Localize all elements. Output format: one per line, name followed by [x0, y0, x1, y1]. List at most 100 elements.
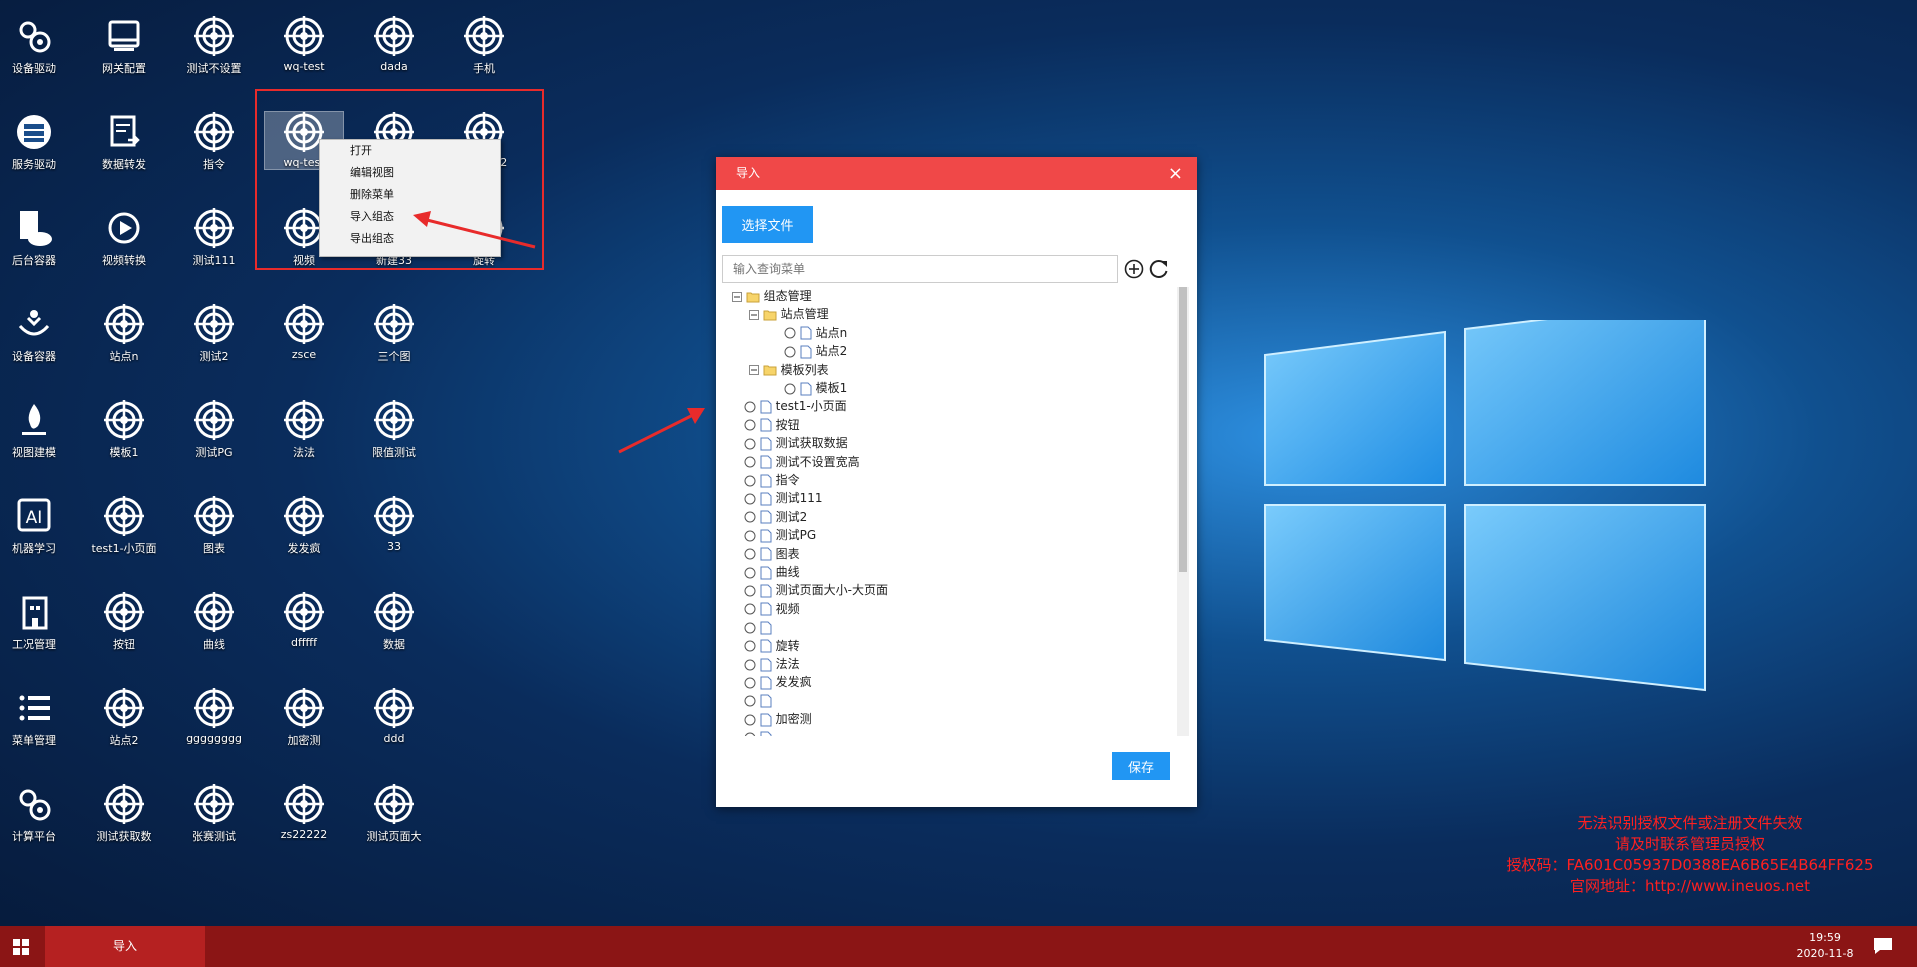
- desktop-icon[interactable]: zs22222: [265, 784, 343, 841]
- menu-item-open[interactable]: 打开: [320, 140, 500, 162]
- system-clock[interactable]: 19:59 2020-11-8: [1780, 930, 1870, 962]
- desktop-icon[interactable]: 手机: [445, 16, 523, 76]
- collapse-icon[interactable]: [749, 365, 759, 376]
- radio-icon[interactable]: [744, 530, 756, 542]
- tree-node[interactable]: 测试页面大小-大页面: [744, 581, 888, 599]
- desktop-icon[interactable]: 计算平台: [0, 784, 73, 844]
- tree-node[interactable]: 视频: [744, 600, 800, 618]
- desktop-icon[interactable]: 视图建模: [0, 400, 73, 460]
- radio-icon[interactable]: [744, 659, 756, 671]
- desktop-icon[interactable]: 数据: [355, 592, 433, 652]
- radio-icon[interactable]: [784, 383, 796, 395]
- radio-icon[interactable]: [744, 732, 756, 736]
- desktop-icon[interactable]: 站点n: [85, 304, 163, 364]
- collapse-icon[interactable]: [732, 291, 742, 302]
- desktop-icon[interactable]: 网关配置: [85, 16, 163, 76]
- desktop-icon[interactable]: dfffff: [265, 592, 343, 649]
- tree-node[interactable]: 测试获取数据: [744, 434, 848, 452]
- menu-item-edit-view[interactable]: 编辑视图: [320, 162, 500, 184]
- notification-icon[interactable]: [1872, 936, 1894, 956]
- radio-icon[interactable]: [744, 695, 756, 707]
- desktop-icon[interactable]: 指令: [175, 112, 253, 172]
- desktop-icon[interactable]: 测试页面大: [355, 784, 433, 844]
- tree-node[interactable]: [744, 729, 772, 736]
- desktop-icon[interactable]: 三个图: [355, 304, 433, 364]
- desktop-icon[interactable]: 发发疯: [265, 496, 343, 556]
- radio-icon[interactable]: [744, 475, 756, 487]
- desktop-icon[interactable]: 菜单管理: [0, 688, 73, 748]
- radio-icon[interactable]: [744, 622, 756, 634]
- tree-node[interactable]: 模板列表: [749, 361, 829, 379]
- radio-icon[interactable]: [744, 603, 756, 615]
- tree-node[interactable]: 模板1: [784, 379, 847, 397]
- desktop-icon[interactable]: 测试PG: [175, 400, 253, 460]
- desktop-icon[interactable]: 限值测试: [355, 400, 433, 460]
- radio-icon[interactable]: [744, 401, 756, 413]
- tree-node[interactable]: 旋转: [744, 637, 800, 655]
- save-button[interactable]: 保存: [1112, 752, 1170, 780]
- desktop-icon[interactable]: 后台容器: [0, 208, 73, 268]
- radio-icon[interactable]: [744, 640, 756, 652]
- desktop-icon[interactable]: 张赛测试: [175, 784, 253, 844]
- tree-node[interactable]: 曲线: [744, 563, 800, 581]
- menu-item-delete[interactable]: 删除菜单: [320, 184, 500, 206]
- tree-node[interactable]: 指令: [744, 471, 800, 489]
- desktop-icon[interactable]: 站点2: [85, 688, 163, 748]
- tree-node[interactable]: 组态管理: [732, 287, 812, 305]
- tree-node[interactable]: 法法: [744, 655, 800, 673]
- desktop-icon[interactable]: wq-test: [265, 16, 343, 73]
- tree-node[interactable]: 测试2: [744, 508, 807, 526]
- refresh-icon[interactable]: [1148, 258, 1170, 280]
- tree-node[interactable]: 站点n: [784, 324, 847, 342]
- tree-node[interactable]: 加密测: [744, 710, 812, 728]
- tree-node[interactable]: 测试不设置宽高: [744, 453, 860, 471]
- radio-icon[interactable]: [784, 327, 796, 339]
- windows-start-icon[interactable]: [0, 926, 44, 967]
- radio-icon[interactable]: [744, 677, 756, 689]
- desktop-icon[interactable]: 测试111: [175, 208, 253, 268]
- radio-icon[interactable]: [744, 419, 756, 431]
- desktop-icon[interactable]: 设备容器: [0, 304, 73, 364]
- desktop-icon[interactable]: 测试不设置: [175, 16, 253, 76]
- tree-node[interactable]: 测试PG: [744, 526, 816, 544]
- desktop-icon[interactable]: gggggggg: [175, 688, 253, 745]
- desktop-icon[interactable]: 数据转发: [85, 112, 163, 172]
- radio-icon[interactable]: [744, 438, 756, 450]
- radio-icon[interactable]: [744, 548, 756, 560]
- tree-node[interactable]: 发发疯: [744, 673, 812, 691]
- collapse-icon[interactable]: [749, 309, 759, 320]
- desktop-icon[interactable]: 曲线: [175, 592, 253, 652]
- desktop-icon[interactable]: 法法: [265, 400, 343, 460]
- tree-node[interactable]: 按钮: [744, 416, 800, 434]
- tree-node[interactable]: test1-小页面: [744, 397, 847, 415]
- radio-icon[interactable]: [744, 493, 756, 505]
- desktop-icon[interactable]: 设备驱动: [0, 16, 73, 76]
- tree-scrollbar[interactable]: [1177, 287, 1189, 736]
- tree-node[interactable]: 图表: [744, 545, 800, 563]
- desktop-icon[interactable]: test1-小页面: [85, 496, 163, 556]
- desktop-icon[interactable]: 测试2: [175, 304, 253, 364]
- desktop-icon[interactable]: 按钮: [85, 592, 163, 652]
- desktop-icon[interactable]: 加密测: [265, 688, 343, 748]
- desktop-icon[interactable]: 视频转换: [85, 208, 163, 268]
- radio-icon[interactable]: [744, 585, 756, 597]
- tree-node[interactable]: 测试111: [744, 489, 823, 507]
- desktop-icon[interactable]: 工况管理: [0, 592, 73, 652]
- desktop-icon[interactable]: 服务驱动: [0, 112, 73, 172]
- add-icon[interactable]: [1124, 259, 1144, 279]
- radio-icon[interactable]: [784, 346, 796, 358]
- tree-node[interactable]: 站点2: [784, 342, 847, 360]
- tree-node[interactable]: 站点管理: [749, 305, 829, 323]
- taskbar-item-import[interactable]: 导入: [45, 926, 205, 967]
- desktop-icon[interactable]: 33: [355, 496, 433, 553]
- radio-icon[interactable]: [744, 567, 756, 579]
- desktop-icon[interactable]: 测试获取数: [85, 784, 163, 844]
- close-icon[interactable]: ×: [1168, 157, 1183, 190]
- desktop-icon[interactable]: 图表: [175, 496, 253, 556]
- radio-icon[interactable]: [744, 714, 756, 726]
- desktop-icon[interactable]: AI 机器学习: [0, 496, 73, 556]
- tree-node[interactable]: [744, 692, 772, 710]
- desktop-icon[interactable]: ddd: [355, 688, 433, 745]
- tree-node[interactable]: [744, 618, 772, 636]
- desktop-icon[interactable]: zsce: [265, 304, 343, 361]
